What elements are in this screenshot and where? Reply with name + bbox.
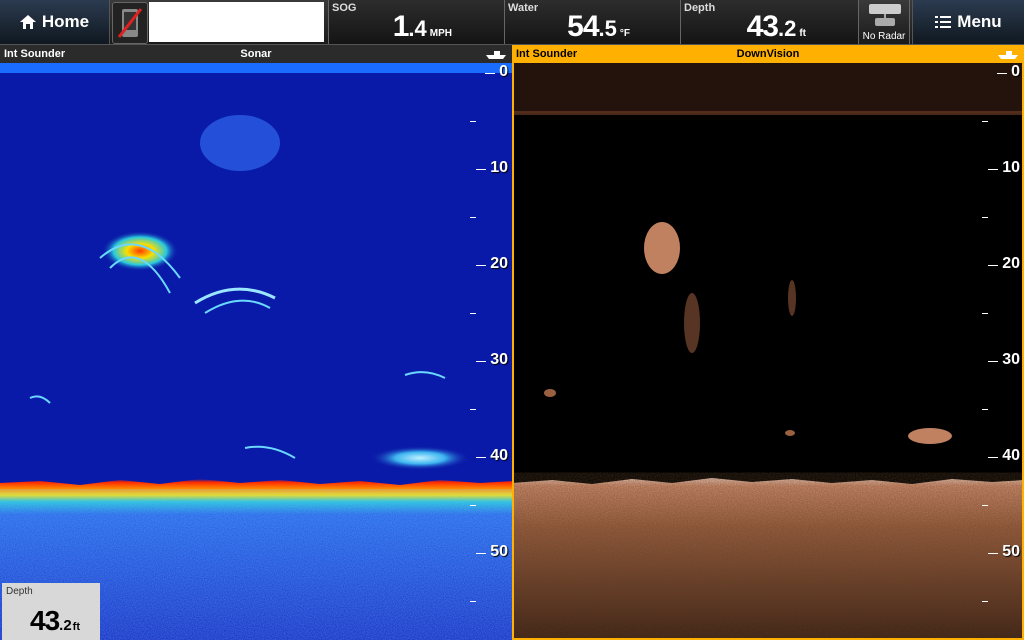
sog-label: SOG bbox=[332, 2, 357, 14]
depth-databox[interactable]: Depth 43.2ft bbox=[2, 583, 100, 640]
radar-icon bbox=[869, 4, 901, 26]
depth-value: 43.2 ft bbox=[746, 10, 806, 43]
depth-databox-label: Depth bbox=[6, 586, 33, 597]
sonar-display[interactable] bbox=[0, 63, 512, 640]
status-field bbox=[149, 2, 324, 42]
radar-status[interactable]: No Radar bbox=[858, 0, 910, 44]
downvision-pane[interactable]: Int Sounder DownVision 0 10 20 30 40 50 bbox=[512, 45, 1024, 640]
menu-label: Menu bbox=[957, 12, 1002, 31]
sonar-pane[interactable]: Int Sounder Sonar 0 10 20 30 40 50 bbox=[0, 45, 512, 640]
water-temp-cell[interactable]: Water 54.5 °F bbox=[504, 0, 680, 44]
downvision-pane-title: Int Sounder DownVision bbox=[512, 45, 1024, 63]
water-value: 54.5 °F bbox=[567, 10, 630, 43]
depth-label: Depth bbox=[684, 2, 716, 14]
sog-cell[interactable]: SOG 1.4 MPH bbox=[328, 0, 504, 44]
home-icon bbox=[19, 15, 36, 29]
boat-icon bbox=[998, 51, 1018, 59]
device-status-icon[interactable] bbox=[112, 2, 148, 44]
home-label: Home bbox=[41, 12, 90, 31]
sonar-depth-scale: 0 10 20 30 40 50 60 bbox=[460, 63, 512, 640]
sog-value: 1.4 MPH bbox=[392, 10, 452, 43]
sonar-pane-title: Int Sounder Sonar bbox=[0, 45, 512, 63]
home-button[interactable]: Home bbox=[0, 0, 110, 44]
menu-button[interactable]: Menu bbox=[912, 0, 1024, 44]
downvision-mode-label: DownVision bbox=[736, 48, 800, 60]
downvision-depth-scale: 0 10 20 30 40 50 60 bbox=[972, 63, 1024, 640]
sonar-mode-label: Sonar bbox=[240, 48, 272, 60]
water-label: Water bbox=[508, 2, 539, 14]
radar-label: No Radar bbox=[862, 31, 906, 42]
downvision-display[interactable] bbox=[512, 63, 1024, 640]
depth-databox-value: 43.2ft bbox=[30, 605, 80, 636]
menu-icon bbox=[935, 16, 952, 28]
depth-cell[interactable]: Depth 43.2 ft bbox=[680, 0, 858, 44]
boat-icon bbox=[486, 51, 506, 59]
top-bar: Home SOG 1.4 MPH Water 54.5 °F Depth 43.2 f… bbox=[0, 0, 1024, 45]
